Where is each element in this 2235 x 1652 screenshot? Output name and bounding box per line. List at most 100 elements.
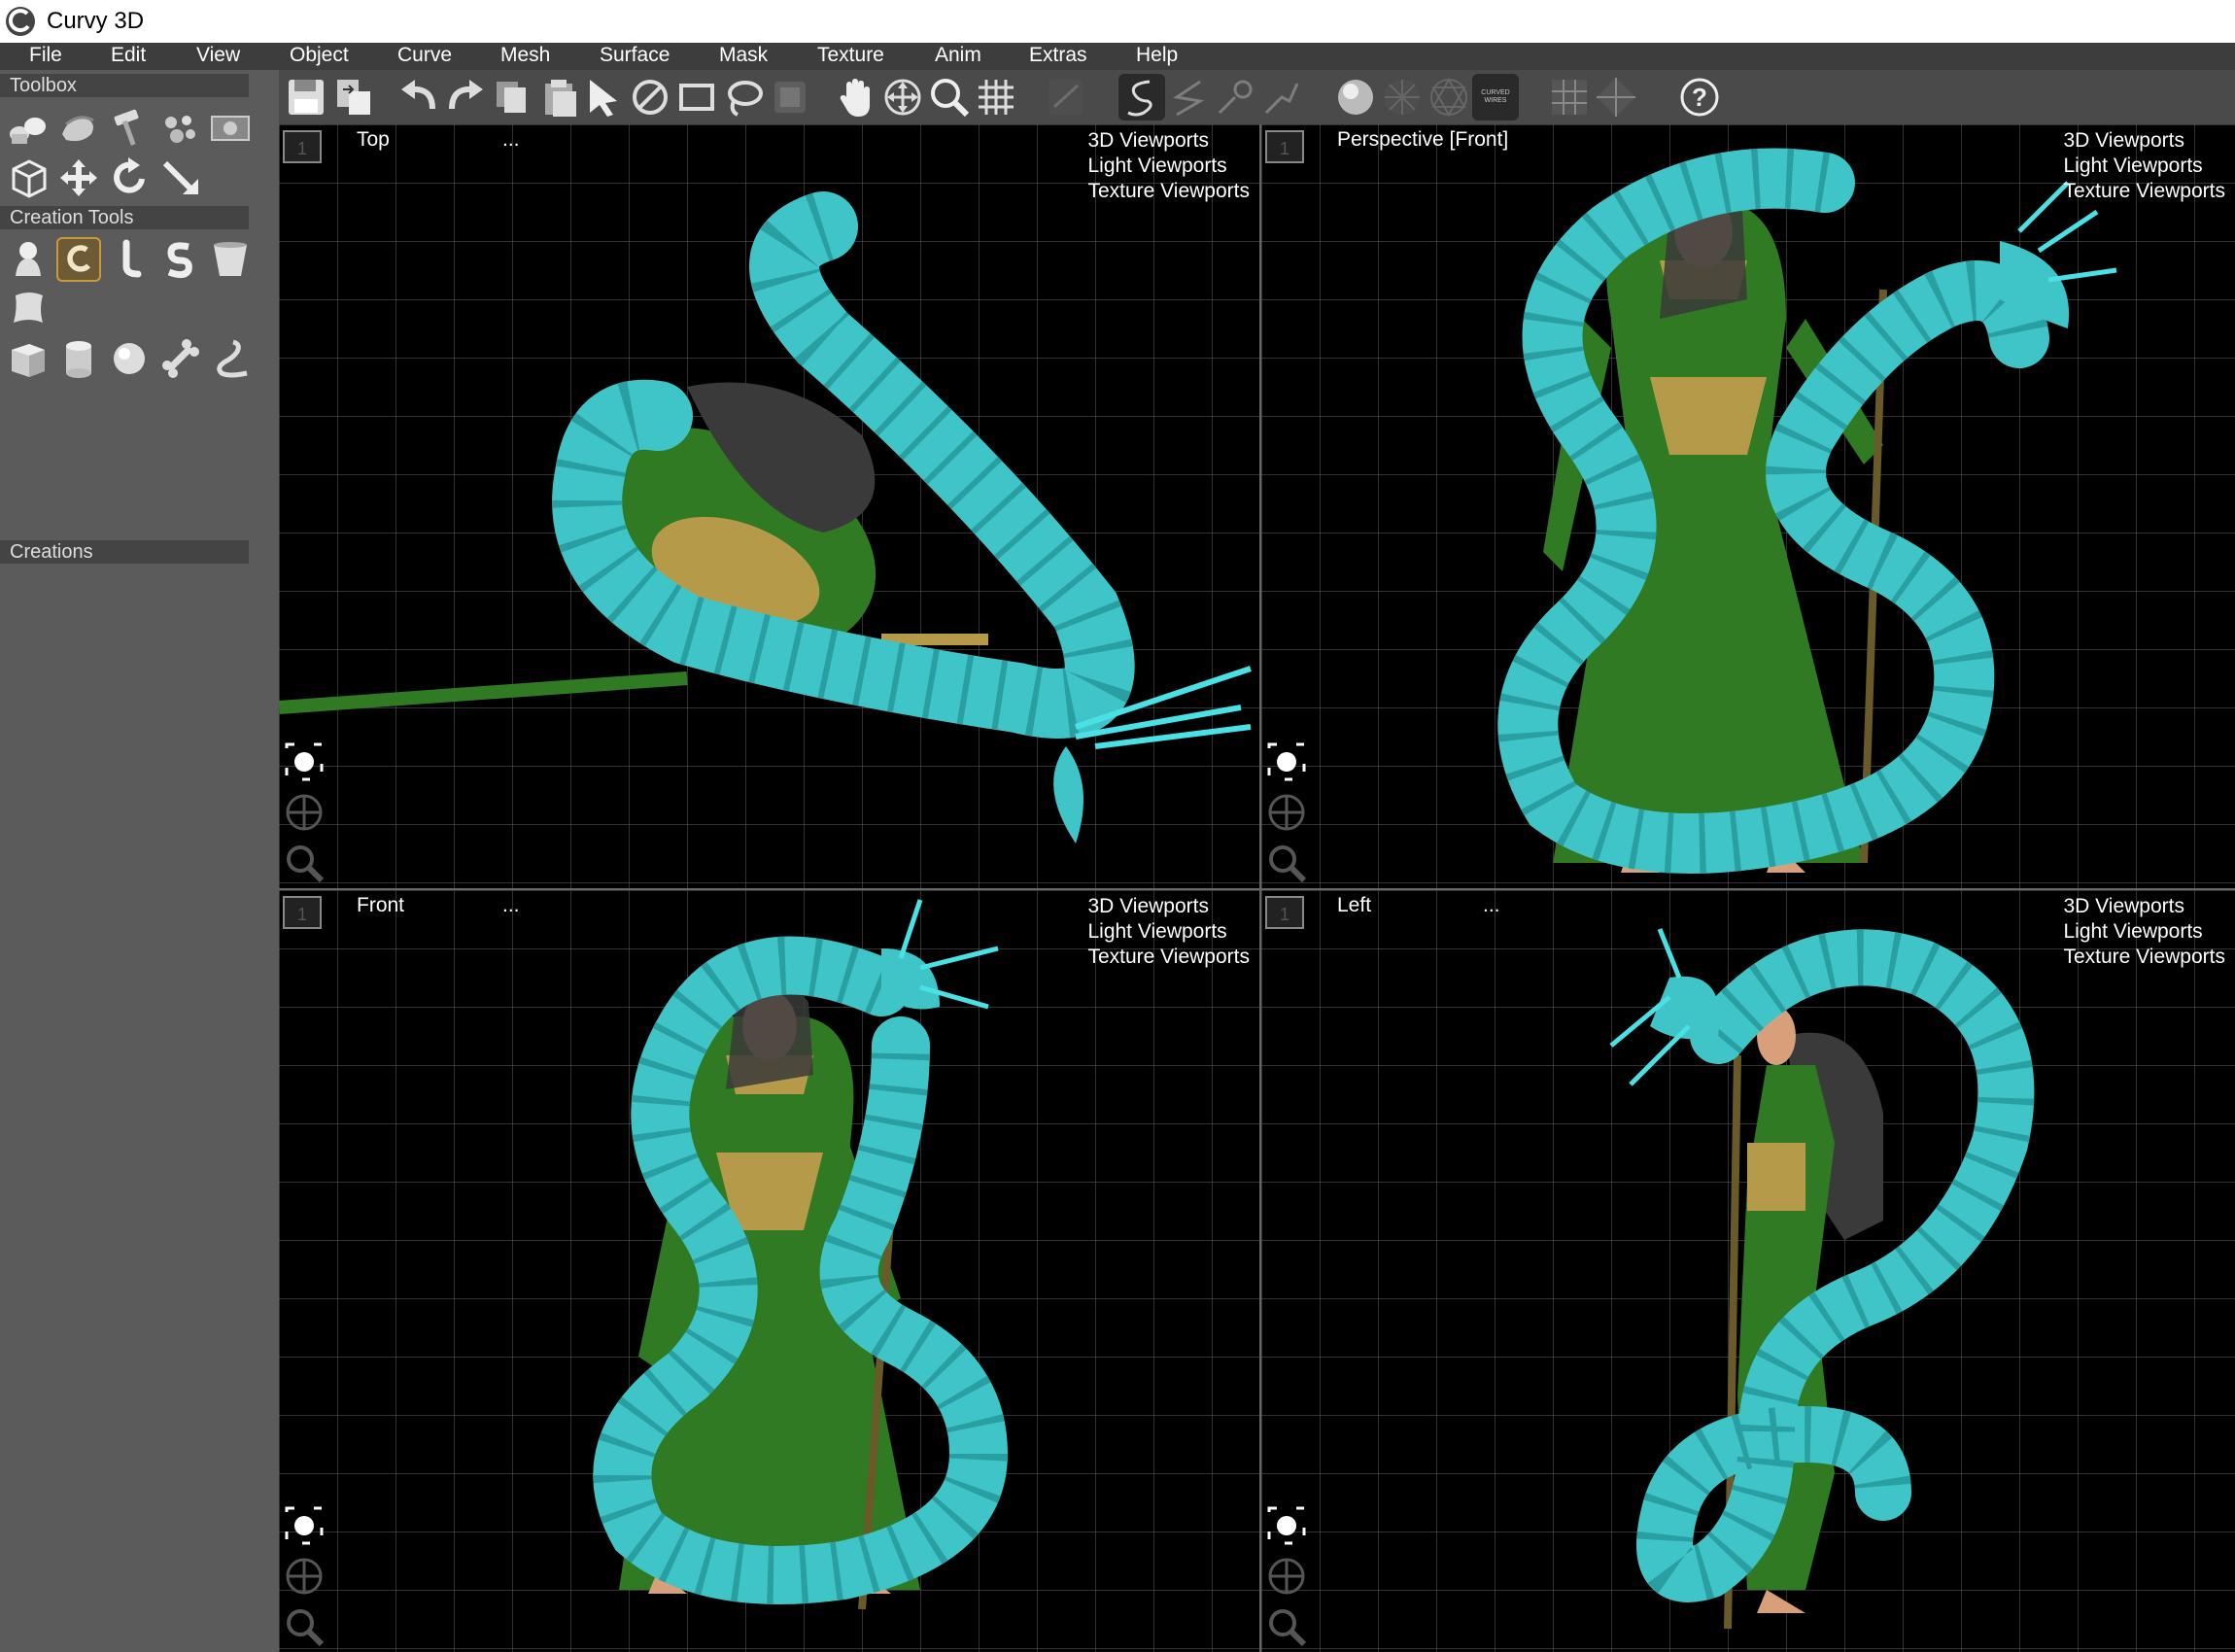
viewport-left[interactable]: 1 Left ... 3D Viewports Light Viewports … [1261,890,2235,1652]
menu-view[interactable]: View [196,44,240,67]
show-axis-icon[interactable] [1593,74,1639,120]
link-texture-viewports[interactable]: Texture Viewports [1087,179,1250,204]
viewport-number[interactable]: 1 [283,130,322,163]
link-light-viewports[interactable]: Light Viewports [2063,919,2225,945]
link-light-viewports[interactable]: Light Viewports [2063,154,2225,179]
ruler-icon[interactable] [1043,74,1089,120]
help-icon[interactable]: ? [1676,74,1723,120]
menu-mask[interactable]: Mask [719,44,768,67]
bone-icon[interactable] [157,336,202,381]
rectangle-select-icon[interactable] [673,74,720,120]
menu-curve[interactable]: Curve [397,44,452,67]
curve-tool-4-icon[interactable] [1258,74,1305,120]
camera-target-icon[interactable] [1263,1500,1310,1551]
paste-icon[interactable] [535,74,582,120]
bent-tube-icon[interactable] [107,237,152,282]
grid-icon[interactable] [973,74,1019,120]
cylinder-primitive-icon[interactable] [56,336,101,381]
particles-icon[interactable] [157,105,202,150]
orbit-icon[interactable] [1263,787,1310,838]
viewport-name[interactable]: Front [357,894,404,917]
viewport-name[interactable]: Left [1337,894,1371,917]
move-view-icon[interactable] [879,74,926,120]
link-texture-viewports[interactable]: Texture Viewports [2063,945,2225,970]
link-3d-viewports[interactable]: 3D Viewports [1087,894,1250,919]
scale-icon[interactable] [157,155,202,200]
viewport-options-dots[interactable]: ... [502,894,520,917]
export-icon[interactable] [329,74,376,120]
viewport-name[interactable]: Perspective [Front] [1337,128,1508,152]
viewport-options-dots[interactable]: ... [502,128,520,152]
link-texture-viewports[interactable]: Texture Viewports [2063,179,2225,204]
viewport-perspective[interactable]: 1 Perspective [Front] 3D Viewports Light… [1261,124,2235,888]
smooth-shading-icon[interactable] [1332,74,1379,120]
clay-icon[interactable] [56,105,101,150]
box-primitive-icon[interactable] [6,336,51,381]
hammer-icon[interactable] [107,105,152,150]
creations-header[interactable]: Creations [0,540,249,564]
menu-extras[interactable]: Extras [1029,44,1087,67]
menu-file[interactable]: File [29,44,62,67]
orbit-icon[interactable] [281,1551,327,1601]
viewport-front[interactable]: 1 Front ... 3D Viewports Light Viewports… [279,890,1259,1652]
select-arrow-icon[interactable] [580,74,627,120]
menu-anim[interactable]: Anim [935,44,981,67]
viewport-zoom-icon[interactable] [281,838,327,888]
lathe-icon[interactable] [208,237,253,282]
menu-help[interactable]: Help [1136,44,1178,67]
viewport-zoom-icon[interactable] [1263,1601,1310,1652]
curved-wires-icon[interactable]: CURVED WIRES [1472,74,1519,120]
toolbox-header[interactable]: Toolbox [0,74,249,97]
show-grid-icon[interactable] [1546,74,1593,120]
save-icon[interactable] [283,74,329,120]
viewport-zoom-icon[interactable] [281,1601,327,1652]
link-light-viewports[interactable]: Light Viewports [1087,154,1250,179]
viewport-zoom-icon[interactable] [1263,838,1310,888]
link-light-viewports[interactable]: Light Viewports [1087,919,1250,945]
move-icon[interactable] [56,155,101,200]
link-3d-viewports[interactable]: 3D Viewports [1087,128,1250,154]
camera-target-icon[interactable] [281,737,327,787]
undo-icon[interactable] [395,74,442,120]
link-3d-viewports[interactable]: 3D Viewports [2063,894,2225,919]
camera-target-icon[interactable] [1263,737,1310,787]
hook-curve-icon[interactable] [208,336,253,381]
camera-target-icon[interactable] [281,1500,327,1551]
viewport-divider-horizontal[interactable] [279,888,2235,890]
viewport-options-dots[interactable]: ... [1483,894,1500,917]
s-shape-icon[interactable] [157,237,202,282]
viewport-number[interactable]: 1 [1265,896,1304,929]
menu-edit[interactable]: Edit [111,44,146,67]
rotate-icon[interactable] [107,155,152,200]
link-texture-viewports[interactable]: Texture Viewports [1087,945,1250,970]
create-objects-icon[interactable] [6,105,51,150]
menu-object[interactable]: Object [290,44,349,67]
surface-patch-icon[interactable] [6,286,51,330]
viewport-number[interactable]: 1 [1265,130,1304,163]
viewport-number[interactable]: 1 [283,896,322,929]
wireframe-shading-icon[interactable] [1379,74,1426,120]
zoom-icon[interactable] [926,74,973,120]
pan-hand-icon[interactable] [833,74,879,120]
menu-texture[interactable]: Texture [817,44,884,67]
link-3d-viewports[interactable]: 3D Viewports [2063,128,2225,154]
orbit-icon[interactable] [281,787,327,838]
viewport-top[interactable]: 1 Top ... 3D Viewports Light Viewports T… [279,124,1259,888]
draw-curve-icon[interactable] [1118,74,1165,120]
redo-icon[interactable] [442,74,489,120]
viewport-name[interactable]: Top [357,128,390,152]
orbit-icon[interactable] [1263,1551,1310,1601]
curve-tool-3-icon[interactable] [1212,74,1258,120]
sphere-primitive-icon[interactable] [107,336,152,381]
cube-select-icon[interactable] [6,155,51,200]
menu-mesh[interactable]: Mesh [500,44,550,67]
curve-tool-2-icon[interactable] [1165,74,1212,120]
lasso-select-icon[interactable] [720,74,767,120]
blob-icon[interactable] [6,237,51,282]
curve-tube-icon[interactable] [56,237,101,282]
mask-select-icon[interactable] [767,74,813,120]
no-select-icon[interactable] [627,74,673,120]
copy-icon[interactable] [489,74,535,120]
wire-shading-icon[interactable] [1426,74,1472,120]
creation-tools-header[interactable]: Creation Tools [0,206,249,229]
